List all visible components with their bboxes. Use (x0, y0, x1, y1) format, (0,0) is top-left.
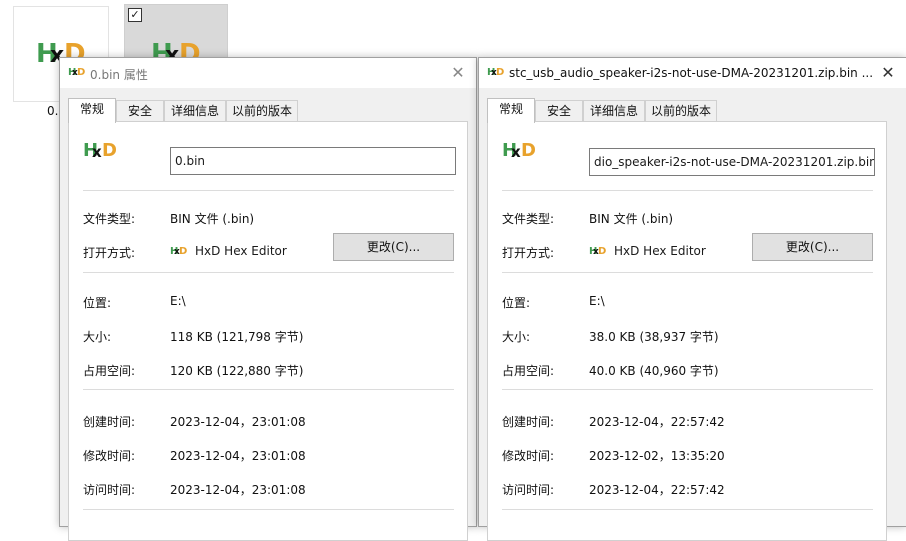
hxd-logo-icon: HxD (170, 246, 188, 257)
accessed-label: 访问时间: (502, 483, 555, 497)
properties-dialog-zipbin: HxD stc_usb_audio_speaker-i2s-not-use-DM… (478, 57, 906, 541)
tab-previous-versions[interactable]: 以前的版本 (645, 100, 717, 122)
separator (502, 389, 873, 390)
close-icon[interactable]: ✕ (446, 61, 470, 85)
hxd-logo-icon: HxD (487, 67, 505, 78)
accessed-value: 2023-12-04，23:01:08 (170, 483, 306, 497)
tab-security[interactable]: 安全 (116, 100, 164, 122)
filename-field[interactable]: dio_speaker-i2s-not-use-DMA-20231201.zip… (589, 148, 875, 176)
change-button[interactable]: 更改(C)... (333, 233, 454, 261)
title-bar: HxD stc_usb_audio_speaker-i2s-not-use-DM… (479, 58, 906, 88)
filename-field[interactable]: 0.bin (170, 147, 456, 175)
size-on-disk-value: 120 KB (122,880 字节) (170, 364, 304, 378)
general-panel: HxD 0.bin 文件类型: BIN 文件 (.bin) 打开方式: HxD … (68, 121, 468, 541)
modified-label: 修改时间: (502, 449, 555, 463)
open-with-value: HxD Hex Editor (195, 244, 287, 258)
location-label: 位置: (83, 296, 112, 310)
created-label: 创建时间: (502, 415, 555, 429)
file-type-value: BIN 文件 (.bin) (170, 212, 255, 226)
window-title: 0.bin 属性 (90, 68, 148, 82)
separator (83, 190, 454, 191)
tab-general[interactable]: 常规 (487, 98, 535, 123)
change-button[interactable]: 更改(C)... (752, 233, 873, 261)
created-value: 2023-12-04，23:01:08 (170, 415, 306, 429)
accessed-value: 2023-12-04，22:57:42 (589, 483, 725, 497)
open-with-label: 打开方式: (502, 246, 555, 260)
properties-dialog-0bin: HxD 0.bin 属性 ✕ 常规 安全 详细信息 以前的版本 HxD 0.bi… (59, 57, 477, 541)
hxd-logo-icon: HxD (589, 246, 607, 257)
separator (83, 509, 454, 510)
desktop: HxD 0. ✓ HxD HxD 0.bin 属性 ✕ 常规 安全 详细信息 以… (0, 0, 906, 541)
file-type-label: 文件类型: (83, 212, 136, 226)
checkbox-checked-icon[interactable]: ✓ (128, 8, 142, 22)
size-label: 大小: (83, 330, 112, 344)
tab-general[interactable]: 常规 (68, 98, 116, 123)
created-label: 创建时间: (83, 415, 136, 429)
separator (502, 272, 873, 273)
accessed-label: 访问时间: (83, 483, 136, 497)
window-title: stc_usb_audio_speaker-i2s-not-use-DMA-20… (509, 66, 874, 80)
modified-label: 修改时间: (83, 449, 136, 463)
file-type-value: BIN 文件 (.bin) (589, 212, 674, 226)
desktop-file-zipbin[interactable]: ✓ HxD (124, 4, 228, 69)
size-on-disk-label: 占用空间: (502, 364, 555, 378)
modified-value: 2023-12-02，13:35:20 (589, 449, 725, 463)
tab-details[interactable]: 详细信息 (164, 100, 226, 122)
file-type-label: 文件类型: (502, 212, 555, 226)
desktop-file-caption: 0. (47, 104, 59, 118)
separator (83, 389, 454, 390)
general-panel: HxD dio_speaker-i2s-not-use-DMA-20231201… (487, 121, 887, 541)
location-value: E:\ (589, 294, 605, 308)
separator (502, 509, 873, 510)
created-value: 2023-12-04，22:57:42 (589, 415, 725, 429)
size-label: 大小: (502, 330, 531, 344)
open-with-label: 打开方式: (83, 246, 136, 260)
hxd-logo-icon: HxD (502, 140, 536, 161)
size-on-disk-label: 占用空间: (83, 364, 136, 378)
size-value: 118 KB (121,798 字节) (170, 330, 304, 344)
title-bar: HxD 0.bin 属性 ✕ (60, 58, 476, 88)
close-icon[interactable]: ✕ (876, 61, 900, 85)
separator (83, 272, 454, 273)
size-value: 38.0 KB (38,937 字节) (589, 330, 719, 344)
modified-value: 2023-12-04，23:01:08 (170, 449, 306, 463)
location-label: 位置: (502, 296, 531, 310)
location-value: E:\ (170, 294, 186, 308)
tab-previous-versions[interactable]: 以前的版本 (226, 100, 298, 122)
tab-details[interactable]: 详细信息 (583, 100, 645, 122)
hxd-logo-icon: HxD (83, 140, 117, 161)
size-on-disk-value: 40.0 KB (40,960 字节) (589, 364, 719, 378)
open-with-value: HxD Hex Editor (614, 244, 706, 258)
separator (502, 190, 873, 191)
hxd-logo-icon: HxD (68, 67, 86, 78)
tab-security[interactable]: 安全 (535, 100, 583, 122)
